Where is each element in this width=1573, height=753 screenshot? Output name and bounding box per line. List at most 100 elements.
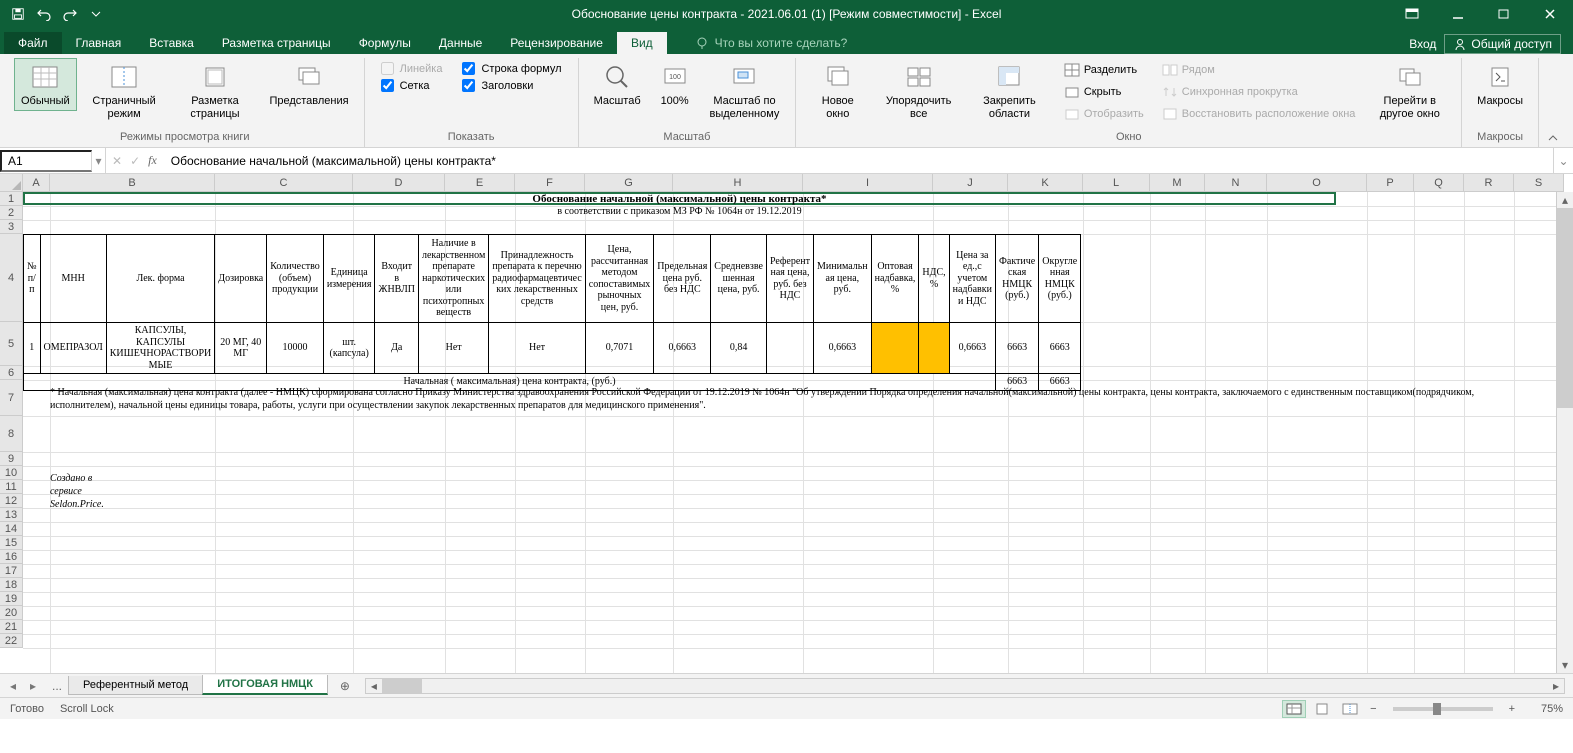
arrange-button[interactable]: Упорядочить все [875,58,962,124]
row-header[interactable]: 7 [0,380,23,416]
row-header[interactable]: 9 [0,452,23,466]
scroll-left-icon[interactable]: ◂ [366,679,382,693]
sheet-prev-icon[interactable]: ◂ [4,677,22,695]
check-formulabar[interactable]: Строка формул [462,62,561,75]
qat-customize-icon[interactable] [84,2,108,26]
col-header[interactable]: P [1367,174,1414,192]
scroll-up-icon[interactable]: ▴ [1557,192,1573,208]
row-header[interactable]: 14 [0,522,23,536]
row-header[interactable]: 21 [0,620,23,634]
table-cell[interactable]: 10000 [267,323,324,374]
row-header[interactable]: 16 [0,550,23,564]
minimize-icon[interactable] [1435,0,1481,28]
col-header[interactable]: N [1205,174,1267,192]
check-headings[interactable]: Заголовки [462,79,561,92]
row-header[interactable]: 13 [0,508,23,522]
row-header[interactable]: 22 [0,634,23,648]
row-header[interactable]: 18 [0,578,23,592]
col-header[interactable]: A [23,174,50,192]
scroll-right-icon[interactable]: ▸ [1548,679,1564,693]
row-header[interactable]: 1 [0,192,23,206]
scroll-down-icon[interactable]: ▾ [1557,657,1573,673]
fx-icon[interactable]: fx [148,153,157,168]
sheet-tab-0[interactable]: Референтный метод [68,676,203,695]
hscroll-thumb[interactable] [382,679,422,693]
collapse-ribbon-icon[interactable] [1539,129,1567,147]
col-header[interactable]: D [353,174,445,192]
col-header[interactable]: H [673,174,803,192]
zoom-slider-thumb[interactable] [1433,703,1441,715]
login-link[interactable]: Вход [1409,37,1436,51]
zoom-value[interactable]: 75% [1523,703,1563,715]
col-header[interactable]: K [1008,174,1083,192]
sheet-next-icon[interactable]: ▸ [24,677,42,695]
zoom-100-button[interactable]: 100 100% [652,58,698,111]
freeze-button[interactable]: Закрепить области [966,58,1053,124]
ribbon-display-icon[interactable] [1389,0,1435,28]
switch-window-button[interactable]: Перейти в другое окно [1366,58,1453,124]
select-all-corner[interactable] [0,174,23,192]
tab-view[interactable]: Вид [617,32,667,54]
tab-review[interactable]: Рецензирование [496,32,617,54]
table-cell[interactable]: 0,6663 [814,323,872,374]
table-cell[interactable] [871,323,919,374]
table-cell[interactable] [766,323,813,374]
name-box[interactable] [0,150,92,172]
col-header[interactable]: S [1514,174,1564,192]
row-header[interactable]: 4 [0,234,23,322]
col-header[interactable]: G [585,174,673,192]
row-header[interactable]: 11 [0,480,23,494]
expand-formulabar-icon[interactable]: ⌄ [1553,148,1573,173]
tab-data[interactable]: Данные [425,32,496,54]
view-pagelayout-button[interactable]: Разметка страницы [172,58,259,124]
table-cell[interactable]: 20 МГ, 40 МГ [215,323,267,374]
col-header[interactable]: I [803,174,933,192]
vscroll-thumb[interactable] [1557,208,1573,408]
zoom-out-icon[interactable]: − [1366,703,1380,715]
spreadsheet-grid[interactable]: ABCDEFGHIJKLMNOPQRS 12345678910111213141… [0,174,1573,673]
cancel-formula-icon[interactable]: ✕ [112,154,122,168]
vertical-scrollbar[interactable]: ▴ ▾ [1556,192,1573,673]
row-header[interactable]: 5 [0,322,23,366]
split-button[interactable]: Разделить [1057,60,1151,80]
tellme-search[interactable]: Что вы хотите сделать? [687,32,856,54]
table-cell[interactable]: 1 [24,323,41,374]
maximize-icon[interactable] [1481,0,1527,28]
close-icon[interactable] [1527,0,1573,28]
col-header[interactable]: B [50,174,215,192]
undo-icon[interactable] [32,2,56,26]
row-header[interactable]: 12 [0,494,23,508]
table-cell[interactable]: 0,6663 [949,323,995,374]
new-window-button[interactable]: Новое окно [804,58,871,124]
formula-input[interactable]: Обоснование начальной (максимальной) цен… [163,152,1553,170]
table-cell[interactable]: ОМЕПРАЗОЛ [40,323,106,374]
col-header[interactable]: O [1267,174,1367,192]
sheet-tab-1[interactable]: ИТОГОВАЯ НМЦК [202,675,328,695]
zoom-slider[interactable] [1393,707,1493,711]
redo-icon[interactable] [58,2,82,26]
table-cell[interactable]: Да [375,323,418,374]
row-header[interactable]: 6 [0,366,23,380]
tab-pagelayout[interactable]: Разметка страницы [208,32,345,54]
col-header[interactable]: Q [1414,174,1464,192]
table-cell[interactable]: 0,7071 [585,323,654,374]
row-header[interactable]: 20 [0,606,23,620]
sheets-overflow[interactable]: ... [46,679,68,693]
table-cell[interactable]: 6663 [995,323,1038,374]
row-header[interactable]: 19 [0,592,23,606]
tab-insert[interactable]: Вставка [135,32,208,54]
row-header[interactable]: 10 [0,466,23,480]
status-pagebreak-view-icon[interactable] [1338,700,1362,718]
share-button[interactable]: Общий доступ [1444,34,1561,54]
table-cell[interactable]: 6663 [1039,323,1081,374]
row-header[interactable]: 2 [0,206,23,220]
horizontal-scrollbar[interactable]: ◂ ▸ [365,678,1565,694]
col-header[interactable]: E [445,174,515,192]
table-cell[interactable]: КАПСУЛЫ, КАПСУЛЫ КИШЕЧНОРАСТВОРИ МЫЕ [106,323,214,374]
macros-button[interactable]: Макросы [1470,58,1530,111]
col-header[interactable]: L [1083,174,1150,192]
status-pagelayout-view-icon[interactable] [1310,700,1334,718]
table-cell[interactable] [919,323,949,374]
col-header[interactable]: M [1150,174,1205,192]
check-gridlines[interactable]: Сетка [381,79,443,92]
